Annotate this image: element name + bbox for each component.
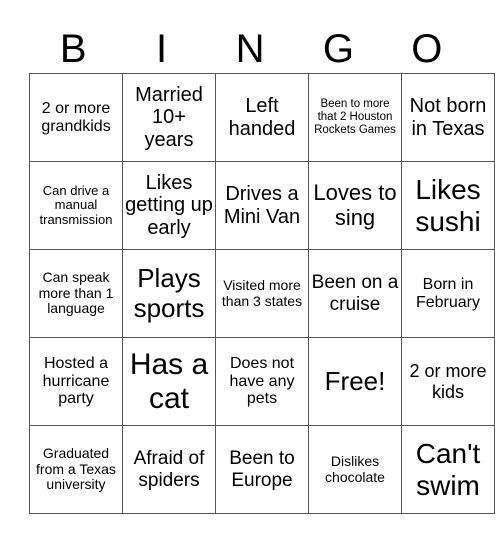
board-row: Can speak more than 1 language Plays spo…	[29, 249, 495, 338]
bingo-cell[interactable]: Not born in Texas	[401, 73, 495, 162]
header-letter-n: N	[235, 27, 265, 71]
bingo-cell[interactable]: Drives a Mini Van	[215, 161, 309, 250]
bingo-cell[interactable]: Been to Europe	[215, 425, 309, 514]
bingo-cell[interactable]: Plays sports	[122, 249, 216, 338]
board-row: Graduated from a Texas university Afraid…	[29, 425, 495, 514]
bingo-cell[interactable]: Visited more than 3 states	[215, 249, 309, 338]
bingo-cell[interactable]: Hosted a hurricane party	[29, 337, 123, 426]
header-letter-g: G	[322, 27, 354, 71]
bingo-cell[interactable]: Afraid of spiders	[122, 425, 216, 514]
bingo-cell[interactable]: Left handed	[215, 73, 309, 162]
bingo-cell[interactable]: Likes getting up early	[122, 161, 216, 250]
bingo-cell[interactable]: Can speak more than 1 language	[29, 249, 123, 338]
bingo-cell[interactable]: Does not have any pets	[215, 337, 309, 426]
bingo-cell[interactable]: Can drive a manual transmission	[29, 161, 123, 250]
free-space-cell[interactable]: Free!	[308, 337, 402, 426]
header-letter-i: I	[156, 27, 168, 71]
bingo-cell[interactable]: Born in February	[401, 249, 495, 338]
header-letter-b: B	[59, 27, 87, 71]
header-letter-o: O	[411, 27, 443, 71]
bingo-header: B I N G O	[29, 26, 471, 72]
bingo-cell[interactable]: 2 or more grandkids	[29, 73, 123, 162]
bingo-cell[interactable]: Loves to sing	[308, 161, 402, 250]
bingo-cell[interactable]: Married 10+ years	[122, 73, 216, 162]
bingo-cell[interactable]: Likes sushi	[401, 161, 495, 250]
board-row: 2 or more grandkids Married 10+ years Le…	[29, 73, 495, 162]
bingo-cell[interactable]: 2 or more kids	[401, 337, 495, 426]
bingo-cell[interactable]: Been to more that 2 Houston Rockets Game…	[308, 73, 402, 162]
bingo-cell[interactable]: Has a cat	[122, 337, 216, 426]
bingo-cell[interactable]: Dislikes chocolate	[308, 425, 402, 514]
bingo-board: 2 or more grandkids Married 10+ years Le…	[29, 73, 495, 514]
bingo-cell[interactable]: Can't swim	[401, 425, 495, 514]
board-row: Can drive a manual transmission Likes ge…	[29, 161, 495, 250]
board-row: Hosted a hurricane party Has a cat Does …	[29, 337, 495, 426]
bingo-cell[interactable]: Graduated from a Texas university	[29, 425, 123, 514]
bingo-cell[interactable]: Been on a cruise	[308, 249, 402, 338]
